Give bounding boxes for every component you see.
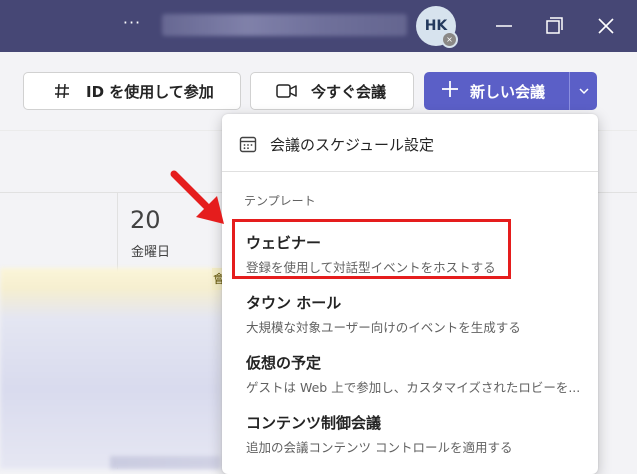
- blurred-calendar-events: [0, 268, 222, 469]
- join-with-id-button[interactable]: ID を使用して参加: [23, 72, 241, 110]
- chevron-down-icon: [578, 88, 589, 95]
- search-box-blurred[interactable]: [162, 14, 407, 36]
- calendar-icon: [239, 136, 257, 153]
- new-meeting-dropdown-button[interactable]: [569, 72, 597, 110]
- join-with-id-label: ID を使用して参加: [86, 82, 214, 101]
- more-icon: ···: [122, 13, 142, 32]
- menu-item-schedule-meeting[interactable]: 会議のスケジュール設定: [222, 128, 598, 160]
- menu-item-title: 仮想の予定: [246, 354, 322, 372]
- day-name[interactable]: 金曜日: [131, 241, 170, 260]
- menu-divider: [222, 171, 598, 172]
- blurred-event: [110, 456, 220, 469]
- meet-now-button[interactable]: 今すぐ会議: [250, 72, 414, 110]
- maximize-button[interactable]: [538, 10, 570, 42]
- new-meeting-menu: 会議のスケジュール設定 テンプレート ウェビナー 登録を使用して対話型イベントを…: [222, 114, 598, 474]
- menu-item-description: 大規模な対象ユーザー向けのイベントを生成する: [246, 320, 521, 335]
- new-meeting-button[interactable]: 新しい会議: [424, 72, 569, 110]
- close-button[interactable]: [590, 10, 622, 42]
- menu-item-virtual-appointment[interactable]: 仮想の予定 ゲストは Web 上で参加し、カスタマイズされたロビーを...: [222, 352, 598, 408]
- maximize-icon: [546, 17, 563, 34]
- hash-icon: [50, 81, 74, 101]
- menu-item-description: 追加の会議コンテンツ コントロールを適用する: [246, 440, 513, 455]
- menu-item-title: コンテンツ制御会議: [246, 414, 382, 432]
- minimize-button[interactable]: [488, 10, 520, 42]
- schedule-meeting-label: 会議のスケジュール設定: [270, 135, 434, 154]
- video-camera-icon: [275, 81, 299, 101]
- menu-item-content-controlled-meeting[interactable]: コンテンツ制御会議 追加の会議コンテンツ コントロールを適用する: [222, 412, 598, 468]
- menu-section-templates: テンプレート: [244, 194, 316, 208]
- title-bar: ··· HK ×: [0, 0, 637, 52]
- menu-item-town-hall[interactable]: タウン ホール 大規模な対象ユーザー向けのイベントを生成する: [222, 292, 598, 348]
- arrow-pointer-icon: [170, 170, 224, 224]
- status-icon: ×: [446, 35, 453, 44]
- meet-now-label: 今すぐ会議: [311, 82, 387, 101]
- highlight-box: [232, 219, 511, 279]
- avatar-status-badge: ×: [441, 31, 458, 48]
- day-number[interactable]: 20: [130, 206, 161, 234]
- plus-icon: [440, 79, 460, 103]
- menu-item-description: ゲストは Web 上で参加し、カスタマイズされたロビーを...: [246, 380, 581, 395]
- new-meeting-label: 新しい会議: [470, 82, 546, 101]
- menu-item-title: タウン ホール: [246, 294, 342, 312]
- minimize-icon: [496, 25, 512, 27]
- more-options-button[interactable]: ···: [118, 12, 146, 38]
- close-icon: [598, 18, 614, 34]
